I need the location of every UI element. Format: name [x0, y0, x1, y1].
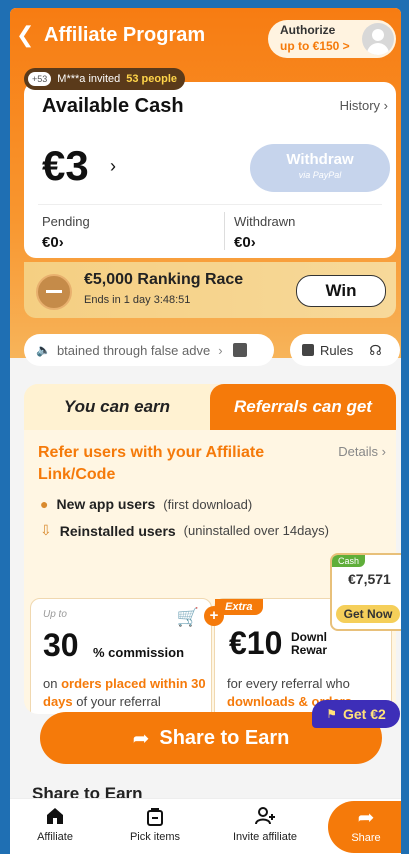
bottom-tab-bar: Affiliate Pick items Invite affiliate ➦ … — [10, 798, 401, 854]
tab-you-can-earn[interactable]: You can earn — [24, 384, 210, 430]
commission-box: Up to 🛒 30 % commission on orders placed… — [30, 598, 212, 714]
share-button-label: Share to Earn — [159, 726, 290, 749]
rules-bar: Rules ☊ — [290, 334, 400, 366]
paypal-label: via PayPal — [298, 170, 342, 180]
avatar[interactable] — [362, 23, 394, 55]
tab-affiliate-label: Affiliate — [37, 831, 73, 843]
get-2-label: Get €2 — [342, 706, 386, 722]
win-button[interactable]: Win — [296, 275, 386, 307]
get-2-badge[interactable]: ⚑ Get €2 — [312, 700, 400, 728]
extra-amount: €10 — [229, 625, 283, 661]
divider — [224, 212, 225, 250]
cart-icon: 🛒 — [176, 607, 199, 627]
refer-heading: Refer users with your Affiliate Link/Cod… — [38, 444, 265, 483]
tab-share-label: Share — [351, 832, 381, 844]
invite-count: 53 people — [126, 73, 178, 85]
tab-share[interactable]: ➦ Share — [328, 801, 401, 853]
authorize-amount: up to €150 > — [280, 39, 350, 53]
tab-affiliate[interactable]: Affiliate — [10, 805, 100, 843]
medal-icon — [36, 274, 72, 310]
withdrawn-label: Withdrawn — [234, 214, 296, 229]
paypal-icon: ⚑ — [326, 707, 337, 721]
notice-bar[interactable]: 🔈 btained through false adve › — [24, 334, 274, 366]
invite-text: M***a invited — [57, 73, 121, 85]
pending-label: Pending — [42, 214, 90, 229]
tab-referrals-can-get[interactable]: Referrals can get — [210, 384, 396, 430]
upto-label: Up to — [43, 609, 67, 620]
withdrawn-value[interactable]: €0› — [234, 234, 256, 251]
notice-text: btained through false adve — [56, 342, 211, 358]
tab-invite-affiliate[interactable]: Invite affiliate — [220, 805, 310, 843]
tab-pick-items-label: Pick items — [129, 831, 181, 843]
document-icon[interactable] — [232, 343, 247, 357]
reinstalled-users-label: Reinstalled users — [59, 522, 176, 539]
commission-unit: % commission — [93, 645, 185, 660]
share-icon: ➦ — [132, 727, 150, 750]
share-arrow-icon: ➦ — [357, 807, 375, 829]
add-user-icon — [255, 807, 275, 825]
cash-label: Cash — [332, 555, 366, 567]
commission-percent: 30 — [43, 627, 79, 663]
chevron-right-icon[interactable]: › — [110, 156, 116, 177]
authorize-label: Authorize — [280, 23, 336, 37]
header: ❮ Affiliate Program Authorize up to €150… — [10, 8, 401, 64]
rules-icon — [302, 344, 314, 356]
divider — [38, 204, 382, 205]
ranking-race-banner[interactable]: €5,000 Ranking Race Ends in 1 day 3:48:5… — [24, 262, 396, 318]
tab-invite-affiliate-label: Invite affiliate — [232, 831, 297, 843]
cash-float-amount: €7,571 — [348, 571, 391, 587]
withdraw-button[interactable]: Withdraw via PayPal — [250, 144, 390, 192]
speaker-icon: 🔈 — [36, 343, 51, 357]
race-countdown: Ends in 1 day 3:48:51 — [84, 294, 191, 306]
cash-reward-popup[interactable]: Cash €7,571 Get Now — [330, 553, 401, 631]
get-now-button[interactable]: Get Now — [336, 605, 400, 623]
commission-desc: on orders placed within 30 days of your … — [43, 676, 206, 714]
earn-card: You can earn Referrals can get Refer use… — [24, 384, 396, 714]
app-frame: ❮ Affiliate Program Authorize up to €150… — [10, 8, 401, 854]
available-cash-title: Available Cash — [42, 95, 184, 117]
race-title: €5,000 Ranking Race — [84, 271, 244, 288]
download-icon: ⇩ — [40, 522, 52, 538]
download-reward-label: Downl Rewar — [291, 630, 328, 657]
available-cash-card: Available Cash History › €3 › Withdraw v… — [24, 82, 396, 258]
reinstalled-users-row: ⇩ Reinstalled users (uninstalled over 14… — [40, 522, 329, 539]
bag-icon — [147, 808, 163, 826]
invite-badge: +53 — [28, 72, 52, 86]
new-users-row: ● New app users (first download) — [40, 496, 252, 512]
page-title: Affiliate Program — [44, 24, 206, 46]
user-icon: ● — [40, 496, 49, 512]
rules-link[interactable]: Rules — [320, 343, 353, 358]
headset-icon[interactable]: ☊ — [369, 342, 381, 359]
details-link[interactable]: Details › — [338, 444, 386, 459]
cash-amount[interactable]: €3 — [42, 142, 89, 190]
invite-ticker: +53 M***a invited 53 people — [24, 68, 186, 90]
history-link[interactable]: History › — [340, 98, 388, 113]
new-users-label: New app users — [56, 496, 156, 512]
pending-value[interactable]: €0› — [42, 234, 64, 251]
home-icon — [47, 808, 63, 824]
new-users-note: (first download) — [163, 496, 253, 512]
authorize-button[interactable]: Authorize up to €150 > — [268, 20, 396, 58]
back-arrow-icon[interactable]: ❮ — [16, 22, 34, 48]
withdraw-label: Withdraw — [286, 151, 354, 168]
chevron-right-icon: › — [218, 342, 223, 358]
reinstalled-users-note: (uninstalled over 14days) — [183, 523, 329, 538]
tab-pick-items[interactable]: Pick items — [110, 805, 200, 843]
plus-icon: + — [204, 606, 224, 626]
